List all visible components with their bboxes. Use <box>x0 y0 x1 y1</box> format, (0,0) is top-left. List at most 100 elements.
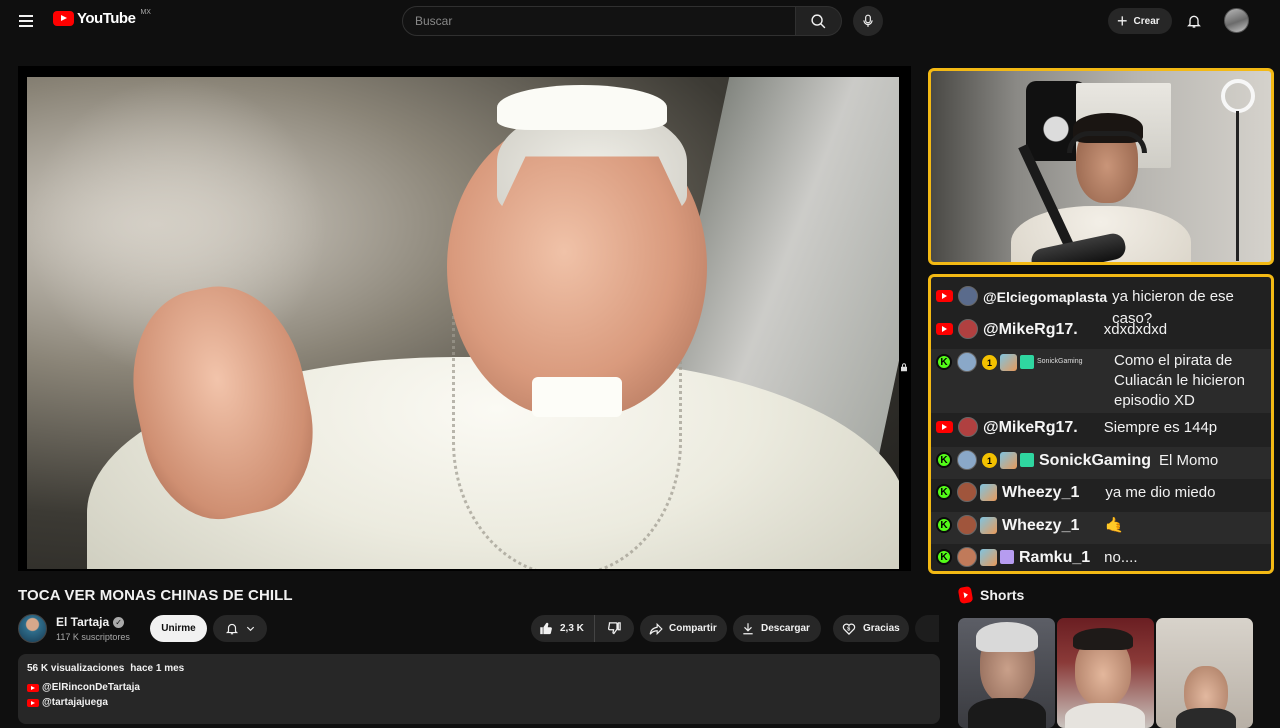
channel-link-text: @ElRinconDeTartaja <box>42 682 140 693</box>
subscriber-badge-icon: 1 <box>982 355 997 370</box>
chat-message: K Wheezy_1 🤙 <box>931 512 1271 544</box>
chat-avatar <box>957 352 977 372</box>
shorts-heading: Shorts <box>957 585 1025 605</box>
gift-badge-icon <box>1020 355 1034 369</box>
chat-text: El Momo <box>1159 452 1219 469</box>
kick-badge-icon: K <box>936 354 952 370</box>
search-button[interactable] <box>796 6 842 36</box>
chat-avatar <box>957 547 977 567</box>
share-icon <box>649 622 663 635</box>
chat-username: Wheezy_1 <box>1002 517 1080 534</box>
upload-date: hace 1 mes <box>130 663 185 674</box>
chat-username: @Elciegomaplasta <box>983 289 1108 305</box>
description-stats: 56 K visualizaciones hace 1 mes <box>27 663 931 674</box>
bell-icon <box>1187 15 1201 28</box>
short-thumbnail[interactable] <box>1057 618 1154 728</box>
youtube-badge-icon <box>936 290 953 302</box>
notifications-button[interactable] <box>1184 10 1204 32</box>
more-actions-button[interactable] <box>915 615 939 642</box>
youtube-logo[interactable]: YouTube MX <box>53 9 151 27</box>
chat-text: Siempre es 144p <box>1103 419 1218 436</box>
kick-badge-icon: K <box>936 484 952 500</box>
like-count: 2,3 K <box>560 623 584 634</box>
video-player[interactable] <box>18 66 911 571</box>
youtube-icon <box>27 698 39 707</box>
chat-username: SonickGaming <box>1039 452 1152 469</box>
chat-message: @MikeRg17. Siempre es 144p <box>931 417 1271 439</box>
top-bar: YouTube MX + Crear <box>0 0 1280 42</box>
channel-avatar[interactable] <box>18 614 47 643</box>
share-label: Compartir <box>669 623 717 634</box>
download-label: Descargar <box>761 623 810 634</box>
chat-message: K Wheezy_1 ya me dio miedo <box>931 482 1271 504</box>
chat-message: K Ramku_1 no.... <box>931 547 1271 569</box>
channel-link[interactable]: @ElRinconDeTartaja <box>27 682 931 693</box>
bell-icon <box>225 623 238 635</box>
description-box[interactable]: 56 K visualizaciones hace 1 mes @ElRinco… <box>18 654 940 724</box>
chat-username: @MikeRg17. <box>983 419 1078 436</box>
kick-badge-icon: K <box>936 549 952 565</box>
chat-username: Wheezy_1 <box>1002 484 1080 501</box>
like-dislike-group: 2,3 K <box>531 615 634 642</box>
svg-text:$: $ <box>847 626 851 632</box>
download-button[interactable]: Descargar <box>733 615 821 642</box>
short-thumbnail[interactable] <box>958 618 1055 728</box>
chat-text: no.... <box>1104 549 1138 566</box>
streamer-webcam <box>928 68 1274 265</box>
chat-username: SonickGaming <box>1037 358 1083 365</box>
view-count: 56 K visualizaciones <box>27 663 125 674</box>
sub-badge-icon <box>1000 354 1017 371</box>
chat-avatar <box>958 417 978 437</box>
account-avatar[interactable] <box>1224 8 1249 33</box>
chat-text: xdxdxdxd <box>1103 321 1168 338</box>
channel-link-text: @tartajajuega <box>42 697 108 708</box>
chat-emoji: 🤙 <box>1105 517 1125 534</box>
video-title: TOCA VER MONAS CHINAS DE CHILL <box>18 587 293 604</box>
share-button[interactable]: Compartir <box>640 615 727 642</box>
join-button[interactable]: Unirme <box>150 615 207 642</box>
dislike-button[interactable] <box>595 621 634 636</box>
chat-overlay: @Elciegomaplasta ya hicieron de ese caso… <box>928 274 1274 574</box>
menu-icon[interactable] <box>12 9 40 33</box>
chat-avatar <box>958 319 978 339</box>
youtube-badge-icon <box>936 421 953 433</box>
channel-name[interactable]: El Tartaja ✓ <box>56 615 125 629</box>
thanks-label: Gracias <box>863 623 900 634</box>
thumbs-up-icon <box>540 622 552 635</box>
kick-badge-icon: K <box>936 452 952 468</box>
chat-text: Como el pirata de Culiacán le hicieron e… <box>1114 352 1245 409</box>
create-button[interactable]: + Crear <box>1108 8 1172 34</box>
search-input[interactable] <box>402 6 796 36</box>
youtube-badge-icon <box>936 323 953 335</box>
chat-username: Ramku_1 <box>1019 549 1091 566</box>
chat-avatar <box>957 482 977 502</box>
heart-dollar-icon: $ <box>842 623 856 636</box>
chevron-down-icon <box>246 626 254 632</box>
lock-icon <box>901 363 907 372</box>
thanks-button[interactable]: $ Gracias <box>833 615 909 642</box>
chat-username: @MikeRg17. <box>983 321 1078 338</box>
like-button[interactable]: 2,3 K <box>531 615 595 642</box>
shorts-heading-text: Shorts <box>980 587 1025 603</box>
chat-text: ya me dio miedo <box>1105 484 1216 501</box>
short-thumbnail[interactable] <box>1156 618 1253 728</box>
chat-avatar <box>957 515 977 535</box>
chat-message: K 1 SonickGaming El Momo <box>931 447 1271 479</box>
verified-icon: ✓ <box>113 616 125 628</box>
chat-message: K 1 SonickGaming Como el pirata de Culia… <box>931 349 1271 413</box>
plus-icon: + <box>1117 11 1128 31</box>
channel-link[interactable]: @tartajajuega <box>27 697 931 708</box>
sub-badge-icon <box>980 484 997 501</box>
kick-badge-icon: K <box>936 517 952 533</box>
notification-settings-button[interactable] <box>213 615 267 642</box>
microphone-icon <box>863 14 873 27</box>
gift-badge-icon <box>1000 550 1014 564</box>
voice-search-button[interactable] <box>853 6 883 36</box>
video-frame[interactable] <box>27 77 899 569</box>
shorts-icon <box>957 585 974 605</box>
gift-badge-icon <box>1020 453 1034 467</box>
sub-badge-icon <box>980 549 997 566</box>
chat-avatar <box>957 450 977 470</box>
youtube-play-icon <box>53 11 74 26</box>
sub-badge-icon <box>980 517 997 534</box>
